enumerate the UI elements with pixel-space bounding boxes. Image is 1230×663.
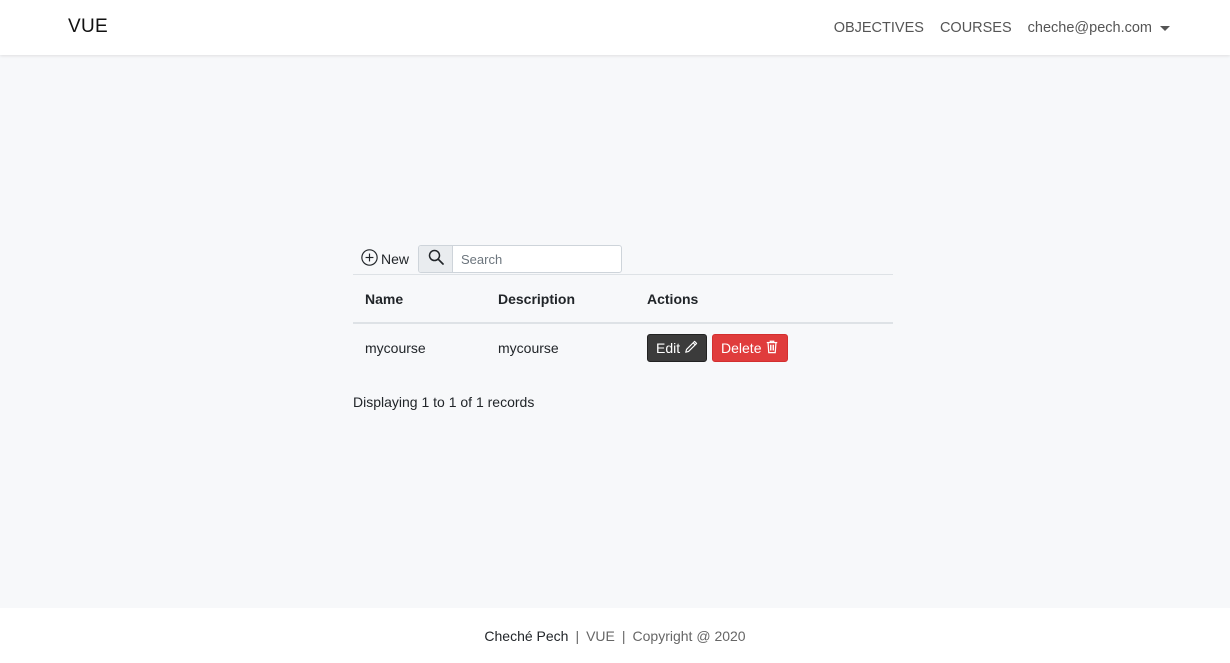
nav-link-objectives[interactable]: OBJECTIVES <box>834 20 924 36</box>
footer-copyright: Copyright @ 2020 <box>632 627 746 644</box>
courses-panel: New Name Description Actions <box>353 245 893 410</box>
footer-separator: | <box>621 627 626 644</box>
footer-author: Cheché Pech <box>484 627 569 644</box>
new-button-label: New <box>381 251 410 267</box>
cell-name: mycourse <box>365 340 426 356</box>
column-header-name: Name <box>353 274 486 324</box>
nav-link-courses[interactable]: COURSES <box>940 20 1012 36</box>
new-button[interactable]: New <box>353 245 418 273</box>
courses-table: Name Description Actions mycourse mycour… <box>353 274 893 372</box>
brand-logo[interactable]: VUE <box>68 16 108 38</box>
navbar: VUE OBJECTIVES COURSES cheche@pech.com <box>0 0 1230 55</box>
pencil-icon <box>684 340 698 357</box>
footer-app-name: VUE <box>586 627 615 644</box>
nav-links: OBJECTIVES COURSES cheche@pech.com <box>834 0 1170 55</box>
footer: Cheché Pech | VUE | Copyright @ 2020 <box>0 608 1230 663</box>
user-email: cheche@pech.com <box>1027 19 1152 36</box>
cell-description: mycourse <box>498 340 559 356</box>
delete-button[interactable]: Delete <box>712 334 789 362</box>
plus-circle-icon <box>361 249 378 269</box>
search-icon <box>428 249 444 270</box>
table-header-row: Name Description Actions <box>353 274 893 324</box>
caret-down-icon <box>1160 26 1170 31</box>
delete-button-label: Delete <box>721 340 762 356</box>
search-group <box>418 245 623 273</box>
edit-button[interactable]: Edit <box>647 334 708 362</box>
edit-button-label: Edit <box>656 340 681 356</box>
column-header-description: Description <box>486 274 635 324</box>
search-button[interactable] <box>419 246 454 272</box>
cell-actions: Edit Delete <box>635 323 893 372</box>
table-row: mycourse mycourse Edit Delete <box>353 323 893 372</box>
records-summary: Displaying 1 to 1 of 1 records <box>353 394 535 410</box>
toolbar: New <box>353 245 893 273</box>
user-menu-dropdown[interactable]: cheche@pech.com <box>1028 20 1170 36</box>
footer-separator: | <box>575 627 580 644</box>
column-header-actions: Actions <box>635 274 893 324</box>
trash-icon <box>765 339 779 357</box>
search-input[interactable] <box>453 246 620 272</box>
